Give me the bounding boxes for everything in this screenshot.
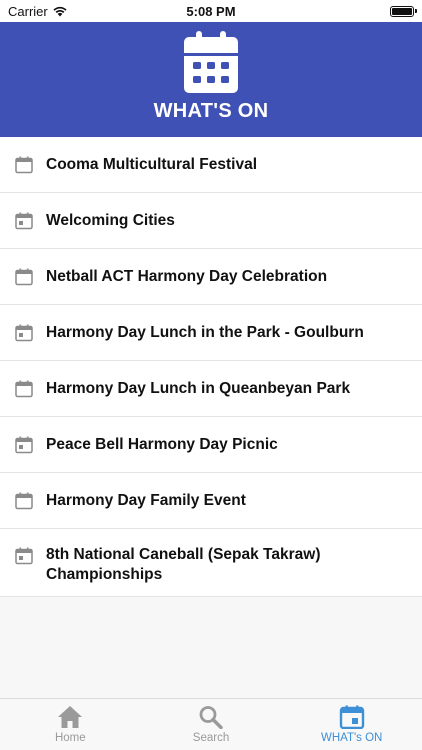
event-item-netball-act-harmony-day[interactable]: Netball ACT Harmony Day Celebration	[0, 249, 422, 305]
calendar-icon	[15, 547, 33, 565]
tab-bar: Home Search WHAT's ON	[0, 698, 422, 750]
event-item-harmony-day-lunch-queanbeyan[interactable]: Harmony Day Lunch in Queanbeyan Park	[0, 361, 422, 417]
event-title: Harmony Day Lunch in Queanbeyan Park	[46, 379, 351, 397]
tab-search[interactable]: Search	[141, 699, 282, 750]
calendar-icon	[339, 705, 364, 729]
event-item-harmony-day-family-event[interactable]: Harmony Day Family Event	[0, 473, 422, 529]
tab-label: WHAT's ON	[320, 732, 383, 744]
tab-whats-on[interactable]: WHAT's ON	[281, 699, 422, 750]
event-title: Netball ACT Harmony Day Celebration	[46, 267, 328, 285]
event-item-harmony-day-lunch-goulburn[interactable]: Harmony Day Lunch in the Park - Goulburn	[0, 305, 422, 361]
calendar-icon	[15, 212, 33, 229]
event-title: 8th National Caneball (Sepak Takraw) Cha…	[46, 546, 321, 583]
calendar-icon	[15, 436, 33, 453]
page-title: WHAT'S ON	[153, 100, 269, 122]
status-bar: Carrier 5:08 PM	[0, 0, 422, 22]
event-item-welcoming-cities[interactable]: Welcoming Cities	[0, 193, 422, 249]
calendar-icon	[15, 268, 33, 285]
wifi-icon	[53, 6, 67, 17]
carrier-label: Carrier	[8, 3, 48, 19]
calendar-icon	[15, 324, 33, 341]
event-title: Welcoming Cities	[46, 211, 175, 229]
calendar-icon	[184, 31, 238, 93]
tab-label: Search	[192, 732, 230, 744]
status-left: Carrier	[8, 4, 68, 19]
battery-icon	[390, 5, 417, 17]
event-item-cooma-multicultural-festival[interactable]: Cooma Multicultural Festival	[0, 137, 422, 193]
tab-label: Home	[54, 732, 86, 744]
tab-home[interactable]: Home	[0, 699, 141, 750]
event-title: Harmony Day Family Event	[46, 491, 246, 509]
page-header: WHAT'S ON	[0, 22, 422, 137]
calendar-icon	[15, 492, 33, 509]
event-list: Cooma Multicultural Festival Welcoming C…	[0, 137, 422, 597]
event-title: Cooma Multicultural Festival	[46, 155, 258, 173]
calendar-icon	[15, 380, 33, 397]
event-item-caneball-championships[interactable]: 8th National Caneball (Sepak Takraw) Cha…	[0, 529, 422, 597]
event-title: Peace Bell Harmony Day Picnic	[46, 435, 278, 453]
event-title: Harmony Day Lunch in the Park - Goulburn	[46, 323, 364, 341]
event-item-peace-bell-picnic[interactable]: Peace Bell Harmony Day Picnic	[0, 417, 422, 473]
search-icon	[199, 706, 223, 729]
calendar-icon	[15, 156, 33, 173]
home-icon	[58, 706, 83, 728]
